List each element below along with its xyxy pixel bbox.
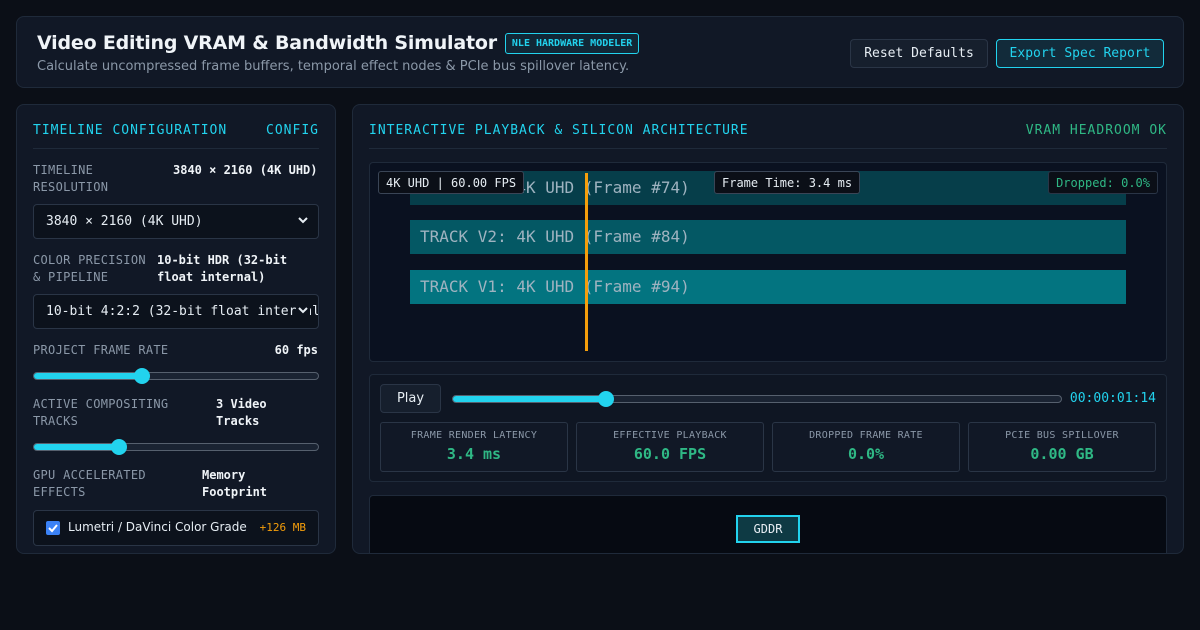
gpu-effects-label: GPU ACCELERATED EFFECTS xyxy=(33,468,146,499)
metric-render-latency: FRAME RENDER LATENCY 3.4 ms xyxy=(380,422,568,472)
frame-rate-label: PROJECT FRAME RATE xyxy=(33,343,169,357)
effect-memory: +126 MB xyxy=(259,521,306,534)
compositing-tracks-label: ACTIVE COMPOSITING TRACKS xyxy=(33,397,169,428)
playback-heading-title: INTERACTIVE PLAYBACK & SILICON ARCHITECT… xyxy=(369,123,749,138)
metric-label: EFFECTIVE PLAYBACK xyxy=(613,430,727,441)
timecode: 00:00:01:14 xyxy=(1069,391,1156,406)
checkbox-checked-icon[interactable] xyxy=(46,521,60,535)
title-row: Video Editing VRAM & Bandwidth Simulator… xyxy=(37,32,640,54)
chevron-down-icon xyxy=(296,303,310,317)
chevron-down-icon xyxy=(298,217,308,224)
resolution-select[interactable]: 3840 × 2160 (4K UHD) xyxy=(33,204,319,239)
frame-rate-value: 60 fps xyxy=(274,343,318,357)
compositing-tracks-value: 3 Video Tracks xyxy=(216,397,267,428)
slider-fill xyxy=(34,444,120,450)
resolution-value: 3840 × 2160 (4K UHD) xyxy=(173,163,318,177)
slider-thumb[interactable] xyxy=(133,368,150,384)
color-precision-selected: 10-bit 4:2:2 (32-bit float internal) xyxy=(46,304,319,319)
app-title: Video Editing VRAM & Bandwidth Simulator xyxy=(37,32,497,54)
silicon-architecture-diagram: GDDR xyxy=(369,495,1167,553)
slider-fill xyxy=(453,396,607,402)
metric-dropped-frame-rate: DROPPED FRAME RATE 0.0% xyxy=(772,422,960,472)
slider-thumb[interactable] xyxy=(597,391,614,407)
effect-item-color-grade[interactable]: Lumetri / DaVinci Color Grade +126 MB xyxy=(33,510,319,546)
metric-pcie-spillover: PCIE BUS SPILLOVER 0.00 GB xyxy=(968,422,1156,472)
timeline-config-panel: TIMELINE CONFIGURATION CONFIG TIMELINE R… xyxy=(16,104,336,554)
slider-thumb[interactable] xyxy=(110,439,127,455)
resolution-label: TIMELINE RESOLUTION xyxy=(33,163,109,194)
app-subtitle: Calculate uncompressed frame buffers, te… xyxy=(37,59,630,74)
memory-footprint-label: Memory Footprint xyxy=(202,468,268,499)
frame-time-overlay: Frame Time: 3.4 ms xyxy=(714,171,861,194)
dropped-overlay: Dropped: 0.0% xyxy=(1048,171,1158,194)
playback-architecture-panel: INTERACTIVE PLAYBACK & SILICON ARCHITECT… xyxy=(352,104,1184,554)
timeline-viewer[interactable]: TRACK V3: 4K UHD (Frame #74) TRACK V2: 4… xyxy=(369,162,1167,362)
color-precision-value: 10-bit HDR (32-bit float internal) xyxy=(157,253,288,284)
metric-effective-playback: EFFECTIVE PLAYBACK 60.0 FPS xyxy=(576,422,764,472)
app-header: Video Editing VRAM & Bandwidth Simulator… xyxy=(16,16,1184,88)
gddr-memory-block[interactable]: GDDR xyxy=(736,515,800,543)
vram-status: VRAM HEADROOM OK xyxy=(1025,123,1167,138)
config-panel-heading: TIMELINE CONFIGURATION CONFIG xyxy=(33,123,319,149)
metric-value: 60.0 FPS xyxy=(633,445,707,463)
frame-rate-slider[interactable] xyxy=(33,368,319,384)
resolution-selected: 3840 × 2160 (4K UHD) xyxy=(46,214,203,229)
transport-controls: Play 00:00:01:14 FRAME RENDER LATENCY 3.… xyxy=(369,374,1167,482)
format-overlay: 4K UHD | 60.00 FPS xyxy=(378,171,525,194)
config-heading-title: TIMELINE CONFIGURATION xyxy=(33,123,228,138)
metric-value: 3.4 ms xyxy=(446,445,502,463)
metric-value: 0.0% xyxy=(847,445,885,463)
color-precision-label: COLOR PRECISION & PIPELINE xyxy=(33,253,146,284)
metric-label: PCIE BUS SPILLOVER xyxy=(1005,430,1119,441)
export-spec-report-button[interactable]: Export Spec Report xyxy=(996,39,1164,68)
reset-defaults-button[interactable]: Reset Defaults xyxy=(850,39,988,68)
metric-label: DROPPED FRAME RATE xyxy=(809,430,923,441)
track-v1[interactable]: TRACK V1: 4K UHD (Frame #94) xyxy=(410,270,1126,304)
playhead[interactable] xyxy=(585,173,588,351)
color-precision-select[interactable]: 10-bit 4:2:2 (32-bit float internal) xyxy=(33,294,319,329)
track-v2[interactable]: TRACK V2: 4K UHD (Frame #84) xyxy=(410,220,1126,254)
slider-fill xyxy=(34,373,143,379)
metric-label: FRAME RENDER LATENCY xyxy=(410,430,538,441)
compositing-tracks-slider[interactable] xyxy=(33,439,319,455)
playback-panel-heading: INTERACTIVE PLAYBACK & SILICON ARCHITECT… xyxy=(369,123,1167,149)
effect-name: Lumetri / DaVinci Color Grade xyxy=(68,520,247,534)
config-heading-tag: CONFIG xyxy=(266,123,319,138)
scrub-slider[interactable] xyxy=(452,391,1062,407)
modeler-badge: NLE HARDWARE MODELER xyxy=(504,32,640,54)
metric-value: 0.00 GB xyxy=(1030,445,1094,463)
play-button[interactable]: Play xyxy=(380,384,441,413)
